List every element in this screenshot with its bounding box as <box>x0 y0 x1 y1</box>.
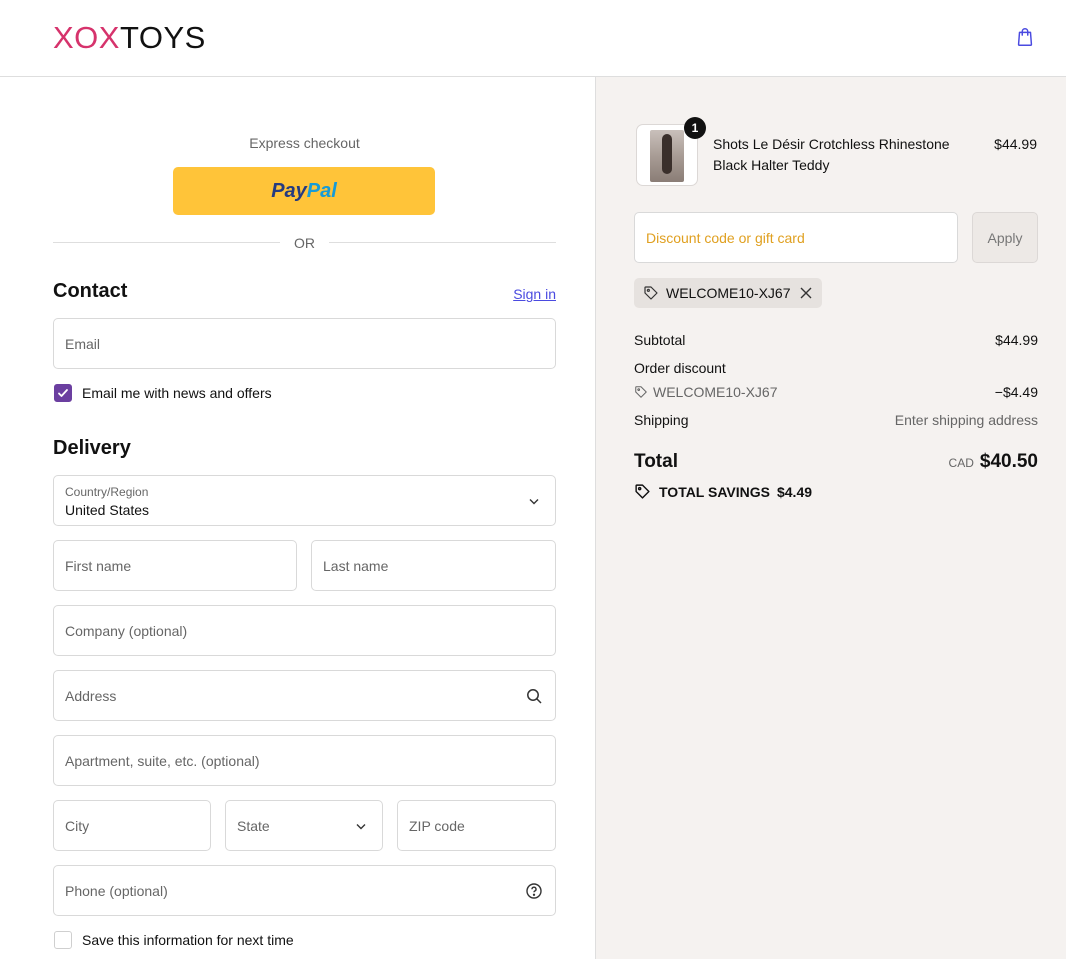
first-name-placeholder: First name <box>65 558 132 574</box>
product-title: Shots Le Désir Crotchless Rhinestone Bla… <box>713 136 950 173</box>
logo-word: TOYS <box>119 20 206 55</box>
order-discount-row: Order discount <box>634 360 1038 376</box>
tag-icon <box>635 386 647 398</box>
order-summary: 1 Shots Le Désir Crotchless Rhinestone B… <box>595 77 1066 959</box>
delivery-heading: Delivery <box>53 437 131 459</box>
discount-value: −$4.49 <box>994 384 1038 400</box>
subtotal-row: Subtotal $44.99 <box>634 332 1038 348</box>
apply-button[interactable]: Apply <box>972 212 1038 263</box>
savings-label: TOTAL SAVINGS <box>659 483 770 500</box>
shipping-row: Shipping Enter shipping address <box>634 412 1038 428</box>
or-divider: OR <box>53 234 556 252</box>
phone-field[interactable]: Phone (optional) <box>53 865 556 916</box>
save-info-row: Save this information for next time <box>54 931 294 949</box>
paypal-logo-part1: Pay <box>271 179 307 202</box>
newsletter-row: Email me with news and offers <box>54 384 272 402</box>
applied-code-chip: WELCOME10-XJ67 <box>634 278 823 308</box>
zip-placeholder: ZIP code <box>409 818 465 834</box>
email-field[interactable]: Email <box>53 318 556 369</box>
paypal-button[interactable]: Pay Pal <box>173 167 435 215</box>
discount-code-input[interactable]: Discount code or gift card <box>634 212 958 263</box>
discount-placeholder: Discount code or gift card <box>646 230 805 246</box>
chevron-down-icon <box>529 499 539 505</box>
newsletter-label: Email me with news and offers <box>82 385 272 401</box>
apartment-field[interactable]: Apartment, suite, etc. (optional) <box>53 735 556 786</box>
remove-code-icon[interactable] <box>800 287 812 299</box>
savings-value: $4.49 <box>776 483 813 500</box>
applied-code-text: WELCOME10-XJ67 <box>666 285 791 301</box>
or-text: OR <box>294 235 315 251</box>
sign-in-link[interactable]: Sign in <box>513 286 556 302</box>
help-icon[interactable] <box>525 882 543 900</box>
newsletter-checkbox[interactable] <box>54 384 72 402</box>
total-savings: TOTAL SAVINGS $4.49 <box>634 483 812 500</box>
country-label: Country/Region <box>65 485 149 499</box>
check-icon <box>58 389 68 397</box>
email-placeholder: Email <box>65 336 101 352</box>
discount-code-row: WELCOME10-XJ67 −$4.49 <box>634 384 1038 400</box>
save-info-label: Save this information for next time <box>82 932 294 948</box>
contact-heading: Contact <box>53 280 128 302</box>
express-checkout-label: Express checkout <box>249 135 360 151</box>
state-select[interactable]: State <box>225 800 383 851</box>
product-price: $44.99 <box>994 136 1037 152</box>
shopping-bag-icon[interactable] <box>1014 26 1036 48</box>
logo-mark: XOX <box>53 20 120 55</box>
product-thumbnail: 1 <box>636 117 706 186</box>
last-name-placeholder: Last name <box>323 558 389 574</box>
total-label: Total <box>634 451 678 472</box>
last-name-field[interactable]: Last name <box>311 540 556 591</box>
header: XOX TOYS <box>0 0 1066 77</box>
phone-placeholder: Phone (optional) <box>65 883 168 899</box>
paypal-logo-part2: Pal <box>306 179 337 202</box>
company-placeholder: Company (optional) <box>65 623 188 639</box>
total-value: $40.50 <box>979 451 1038 472</box>
country-value: United States <box>65 502 150 518</box>
store-logo[interactable]: XOX TOYS <box>53 20 206 56</box>
search-icon <box>527 689 542 704</box>
company-field[interactable]: Company (optional) <box>53 605 556 656</box>
country-select[interactable]: Country/Region United States <box>53 475 556 526</box>
subtotal-label: Subtotal <box>634 332 686 348</box>
shipping-value: Enter shipping address <box>894 412 1038 428</box>
state-placeholder: State <box>237 818 270 834</box>
tag-icon <box>635 484 650 499</box>
quantity-badge: 1 <box>684 117 706 139</box>
discount-code-text: WELCOME10-XJ67 <box>653 384 778 400</box>
address-placeholder: Address <box>65 688 117 704</box>
save-info-checkbox[interactable] <box>54 931 72 949</box>
chevron-down-icon <box>356 824 366 830</box>
tag-icon <box>644 286 658 300</box>
shipping-label: Shipping <box>634 412 689 428</box>
city-placeholder: City <box>65 818 90 834</box>
zip-field[interactable]: ZIP code <box>397 800 556 851</box>
order-discount-label: Order discount <box>634 360 726 376</box>
city-field[interactable]: City <box>53 800 211 851</box>
total-row: Total CAD $40.50 <box>634 451 1038 477</box>
product-image <box>650 130 684 182</box>
subtotal-value: $44.99 <box>995 332 1038 348</box>
first-name-field[interactable]: First name <box>53 540 297 591</box>
address-field[interactable]: Address <box>53 670 556 721</box>
currency-code: CAD <box>948 456 974 470</box>
apartment-placeholder: Apartment, suite, etc. (optional) <box>65 753 260 769</box>
